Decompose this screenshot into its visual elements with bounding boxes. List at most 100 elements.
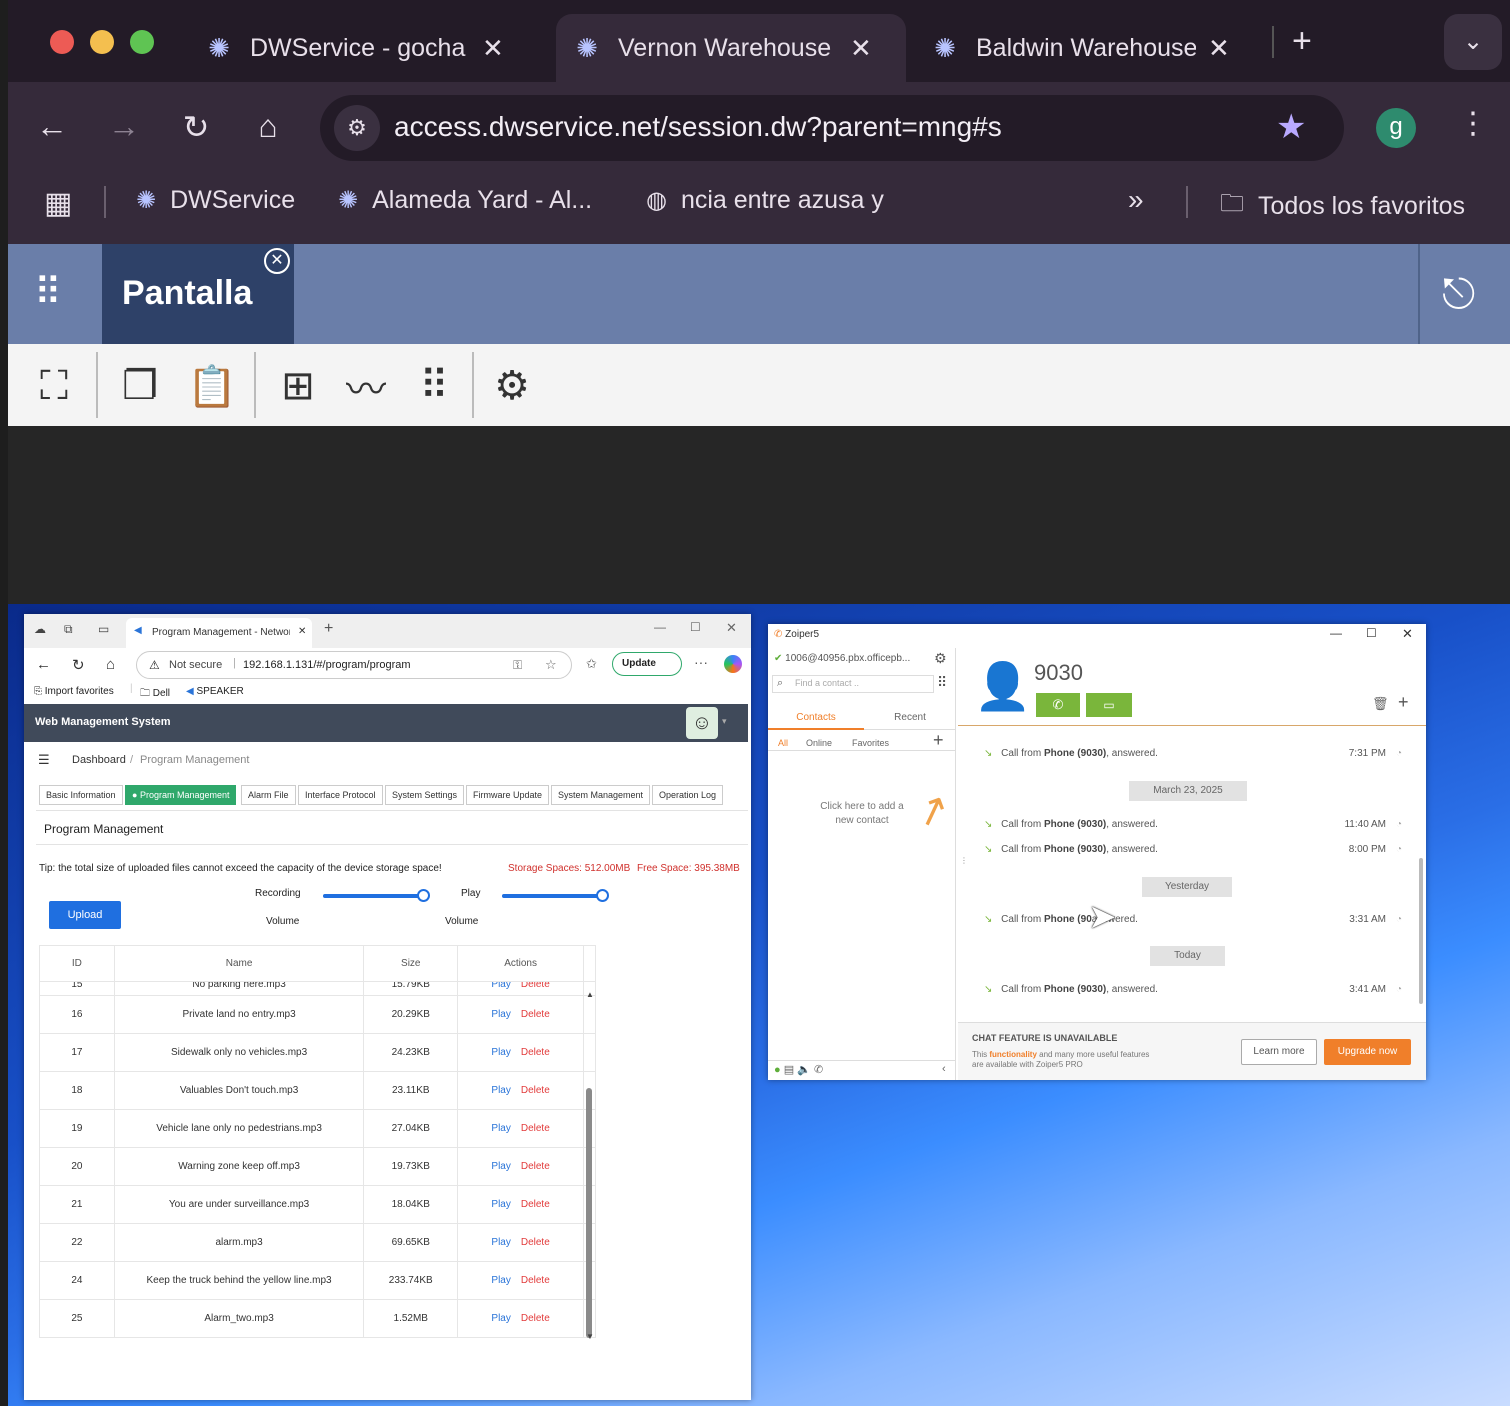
new-tab-button[interactable]: + — [324, 620, 333, 638]
all-bookmarks-folder[interactable]: 🗀 Todos los favoritos — [1220, 186, 1465, 227]
home-button[interactable]: ⌂ — [106, 656, 115, 673]
delete-link[interactable]: Delete — [521, 1009, 550, 1020]
favorites-icon[interactable]: ✩ — [586, 656, 597, 672]
close-tab-icon[interactable]: ✕ — [1208, 33, 1230, 64]
call-log-entry[interactable]: ↘ Call from Phone (9030), answered. 3:41 … — [984, 984, 1412, 1004]
tab-pantalla[interactable]: Pantalla ✕ — [102, 244, 294, 344]
tab-system-management[interactable]: System Management — [551, 785, 651, 805]
more-bookmarks-chevron-icon[interactable]: » — [1128, 184, 1144, 216]
close-button[interactable]: ✕ — [726, 620, 737, 636]
apps-grid-icon[interactable]: ⠿ — [34, 274, 62, 312]
delete-link[interactable]: Delete — [521, 1313, 550, 1324]
subtab-favorites[interactable]: Favorites — [852, 738, 889, 748]
collapse-chevron-icon[interactable]: ‹ — [942, 1063, 946, 1075]
minimize-window-button[interactable] — [90, 30, 114, 54]
play-link[interactable]: Play — [491, 1161, 510, 1172]
delete-link[interactable]: Delete — [521, 1237, 550, 1248]
tab-recent[interactable]: Recent — [864, 708, 956, 730]
collections-icon[interactable]: ⧉ — [64, 622, 73, 637]
tab-firmware-update[interactable]: Firmware Update — [466, 785, 550, 805]
maximize-button[interactable]: ☐ — [690, 620, 701, 634]
slider-handle[interactable] — [417, 889, 430, 902]
user-avatar[interactable]: ☺ — [686, 707, 718, 739]
bookmark-dwservice[interactable]: ✺ DWService — [136, 186, 295, 215]
call-log-entry[interactable]: ↘ Call from Phone (9030), answered. 8:00 … — [984, 844, 1412, 864]
learn-more-button[interactable]: Learn more — [1241, 1039, 1317, 1065]
clipboard-icon[interactable]: 📋 — [184, 358, 240, 414]
tab-vernon-warehouse[interactable]: ✺ Vernon Warehouse ✕ — [556, 14, 906, 82]
tab-baldwin-warehouse[interactable]: ✺ Baldwin Warehouse ✕ — [930, 14, 1270, 82]
more-icon[interactable]: ··· — [694, 654, 708, 670]
scroll-down-icon[interactable]: ▼ — [586, 1332, 594, 1348]
delete-link[interactable]: Delete — [521, 1199, 550, 1210]
trash-icon[interactable]: 🗑 — [1372, 696, 1389, 712]
bookmark-azusa[interactable]: ◍ ncia entre azusa y — [646, 186, 884, 215]
favorite-dell[interactable]: 🗀 Dell — [140, 686, 170, 703]
home-button[interactable]: ⌂ — [248, 108, 288, 145]
add-icon[interactable]: + — [1398, 692, 1409, 713]
forward-button[interactable]: → — [104, 108, 144, 145]
keypad-icon[interactable]: ⠿ — [406, 358, 462, 414]
edge-url-box[interactable]: ⚠ Not secure | 192.168.1.131/#/program/p… — [136, 651, 572, 679]
close-tab-icon[interactable]: ✕ — [482, 33, 504, 64]
subtab-online[interactable]: Online — [806, 738, 832, 748]
resize-handle-icon[interactable]: ⋮ — [960, 856, 968, 865]
play-link[interactable]: Play — [491, 1047, 510, 1058]
menu-kebab-icon[interactable]: ⋮ — [1458, 106, 1488, 141]
tab-operation-log[interactable]: Operation Log — [652, 785, 724, 805]
add-contact-icon[interactable]: + — [933, 730, 944, 751]
gear-icon[interactable]: ⚙ — [934, 650, 947, 667]
close-window-button[interactable] — [50, 30, 74, 54]
call-log-entry[interactable]: ↘ Call from Phone (90answered. 3:31 AM ◔ — [984, 914, 1412, 934]
play-link[interactable]: Play — [491, 1085, 510, 1096]
play-link[interactable]: Play — [491, 1123, 510, 1134]
url-text[interactable]: 192.168.1.131/#/program/program — [243, 659, 411, 671]
contact-search-input[interactable]: ⌕ Find a contact .. — [772, 675, 934, 693]
tab-search-chevron-icon[interactable]: ⌄ — [1444, 14, 1502, 70]
table-scrollbar[interactable] — [586, 1088, 592, 1338]
audio-call-button[interactable]: ✆ — [1036, 693, 1080, 717]
workspace-icon[interactable]: ☁ — [34, 622, 46, 636]
copilot-icon[interactable] — [724, 655, 742, 673]
address-bar[interactable]: ⚙ access.dwservice.net/session.dw?parent… — [320, 95, 1344, 161]
play-link[interactable]: Play — [491, 1313, 510, 1324]
add-contact-hint[interactable]: Click here to add a new contact — [812, 800, 912, 828]
account-status[interactable]: ✔ 1006@40956.pbx.officepb... — [774, 653, 910, 664]
scroll-up-icon[interactable]: ▲ — [586, 990, 594, 1006]
tab-basic-information[interactable]: Basic Information — [39, 785, 123, 805]
call-log-entry[interactable]: ↘ Call from Phone (9030), answered. 11:40… — [984, 819, 1412, 839]
delete-link[interactable]: Delete — [521, 1047, 550, 1058]
reload-button[interactable]: ↻ — [176, 108, 216, 146]
tab-dwservice[interactable]: ✺ DWService - gocha ✕ — [204, 14, 544, 82]
play-link[interactable]: Play — [491, 1275, 510, 1286]
slider-handle[interactable] — [596, 889, 609, 902]
url-text[interactable]: access.dwservice.net/session.dw?parent=m… — [394, 111, 1002, 143]
profile-avatar[interactable]: g — [1376, 108, 1416, 148]
favorite-star-icon[interactable]: ☆ — [545, 657, 557, 673]
bookmark-star-icon[interactable]: ★ — [1276, 107, 1306, 147]
tab-contacts[interactable]: Contacts — [768, 708, 864, 730]
reload-button[interactable]: ↻ — [72, 656, 85, 674]
delete-link[interactable]: Delete — [521, 1085, 550, 1096]
dialpad-icon[interactable]: ⠿ — [937, 674, 947, 691]
delete-link[interactable]: Delete — [521, 983, 550, 991]
video-call-button[interactable]: ▭ — [1086, 693, 1132, 717]
favorite-speaker[interactable]: ◀ SPEAKER — [186, 686, 244, 697]
fullscreen-icon[interactable]: ⛶ — [26, 358, 82, 414]
new-tab-button[interactable]: + — [1292, 22, 1312, 61]
play-link[interactable]: Play — [491, 1237, 510, 1248]
volume-icon[interactable]: 🔈 — [797, 1064, 811, 1076]
upload-button[interactable]: Upload — [49, 901, 121, 929]
key-icon[interactable]: ⚿ — [513, 658, 522, 673]
favorite-import[interactable]: ⎘ Import favorites — [34, 686, 114, 697]
close-tab-icon[interactable]: ✕ — [298, 626, 306, 637]
windows-icon[interactable]: ⊞ — [270, 358, 326, 414]
chevron-down-icon[interactable]: ▾ — [722, 716, 727, 727]
copy-icon[interactable]: ❐ — [112, 358, 168, 414]
maximize-button[interactable]: ☐ — [1366, 626, 1377, 640]
minimize-button[interactable]: — — [654, 620, 666, 634]
upgrade-now-button[interactable]: Upgrade now — [1324, 1039, 1411, 1065]
activity-icon[interactable]: 〰 — [338, 358, 394, 414]
play-volume-slider[interactable] — [502, 889, 609, 902]
play-link[interactable]: Play — [491, 1199, 510, 1210]
